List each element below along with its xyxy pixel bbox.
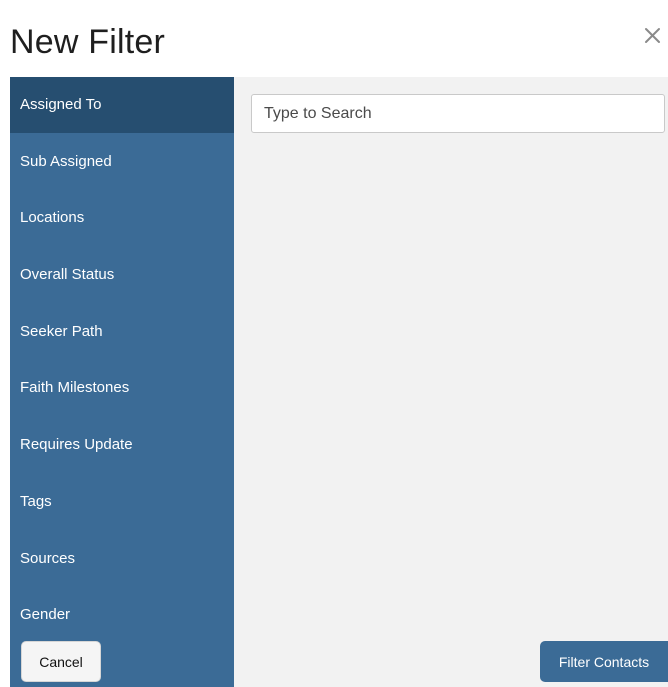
- sidebar-item-label: Sub Assigned: [20, 153, 112, 170]
- filter-options-panel: [234, 77, 668, 687]
- sidebar-item-label: Overall Status: [20, 266, 115, 283]
- sidebar-item-sources[interactable]: Sources: [10, 531, 234, 587]
- filter-contacts-button[interactable]: Filter Contacts: [540, 641, 668, 682]
- filter-category-sidebar: Assigned To Sub Assigned Locations Overa…: [10, 77, 234, 687]
- search-input[interactable]: [251, 94, 665, 133]
- close-button[interactable]: [638, 20, 668, 50]
- sidebar-item-label: Sources: [20, 550, 76, 567]
- sidebar-item-label: Gender: [20, 606, 71, 623]
- sidebar-item-label: Faith Milestones: [20, 379, 130, 396]
- sidebar-item-label: Assigned To: [20, 96, 102, 113]
- sidebar-item-label: Seeker Path: [20, 323, 103, 340]
- sidebar-item-seeker-path[interactable]: Seeker Path: [10, 304, 234, 360]
- modal-title: New Filter: [10, 23, 166, 61]
- close-icon: [638, 20, 668, 50]
- sidebar-item-sub-assigned[interactable]: Sub Assigned: [10, 134, 234, 190]
- sidebar-item-faith-milestones[interactable]: Faith Milestones: [10, 360, 234, 416]
- sidebar-item-label: Tags: [20, 493, 52, 510]
- sidebar-item-overall-status[interactable]: Overall Status: [10, 247, 234, 303]
- new-filter-modal: New Filter Assigned To Sub Assigned Loca…: [0, 0, 668, 687]
- sidebar-item-locations[interactable]: Locations: [10, 190, 234, 246]
- sidebar-item-label: Requires Update: [20, 436, 133, 453]
- sidebar-item-assigned-to[interactable]: Assigned To: [10, 77, 234, 133]
- modal-header: New Filter: [0, 0, 668, 77]
- sidebar-item-gender[interactable]: Gender: [10, 587, 234, 643]
- sidebar-item-tags[interactable]: Tags: [10, 474, 234, 530]
- sidebar-item-requires-update[interactable]: Requires Update: [10, 417, 234, 473]
- cancel-button[interactable]: Cancel: [21, 641, 101, 682]
- sidebar-item-label: Locations: [20, 209, 85, 226]
